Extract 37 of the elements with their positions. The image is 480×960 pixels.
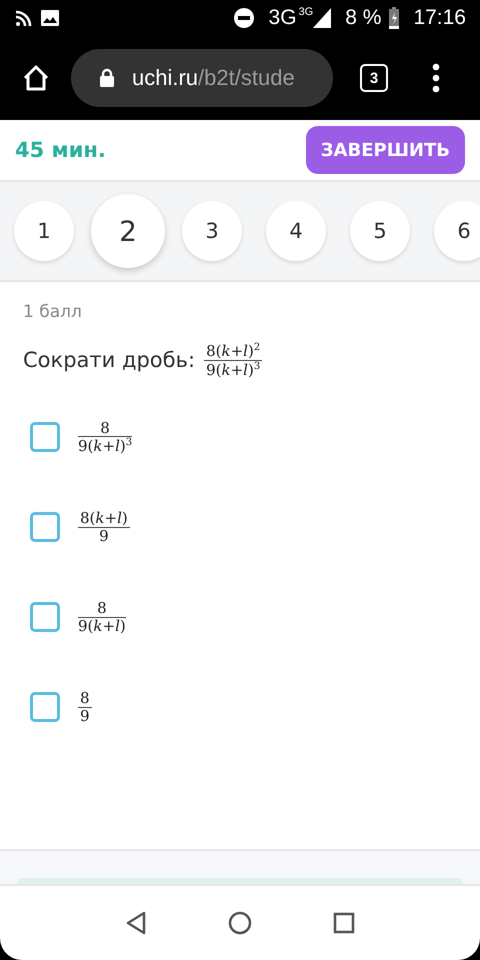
tab-count-button[interactable]: 3 bbox=[360, 64, 388, 92]
address-bar[interactable]: uchi.ru/b2t/stude bbox=[71, 49, 333, 107]
clock: 17:16 bbox=[413, 6, 466, 30]
do-not-disturb-icon bbox=[232, 7, 255, 29]
battery-icon bbox=[389, 7, 400, 29]
lock-icon bbox=[99, 68, 115, 88]
timer: 45 мин. bbox=[15, 138, 106, 162]
checkbox[interactable] bbox=[30, 422, 60, 452]
checkbox[interactable] bbox=[30, 692, 60, 722]
network-type: 3G bbox=[268, 6, 297, 30]
network-type: 3G bbox=[298, 6, 314, 18]
answer-fraction: 8 9(k+l)$^{3}$ bbox=[78, 420, 132, 454]
more-icon[interactable] bbox=[432, 63, 440, 93]
image-icon bbox=[40, 9, 60, 27]
checkbox[interactable] bbox=[30, 512, 60, 542]
checkbox[interactable] bbox=[30, 602, 60, 632]
cast-icon bbox=[16, 10, 32, 26]
back-icon[interactable] bbox=[124, 911, 147, 935]
answer-fraction: 8(k+l) 9 bbox=[78, 510, 130, 544]
question-number-button[interactable]: 5 bbox=[350, 201, 410, 261]
battery-percent: 8 % bbox=[345, 6, 382, 30]
question-text: Сократи дробь: bbox=[23, 348, 196, 372]
question-number-button[interactable]: 6 bbox=[434, 201, 480, 261]
recents-icon[interactable] bbox=[333, 912, 356, 934]
signal-icon bbox=[313, 8, 332, 28]
home-icon[interactable] bbox=[21, 63, 51, 93]
finish-button[interactable]: ЗАВЕРШИТЬ bbox=[306, 126, 465, 174]
answer-fraction: 8 9(k+l) bbox=[78, 600, 126, 634]
question-number-button[interactable]: 4 bbox=[266, 201, 326, 261]
fraction: 8(k+l)$^{2}$ 9(k+l)$^{3}$ bbox=[204, 342, 262, 378]
question-number-button[interactable]: 1 bbox=[14, 201, 74, 261]
answer-fraction: 8 9 bbox=[78, 690, 92, 724]
question-number-button[interactable]: 2 bbox=[91, 194, 165, 268]
home-circle-icon[interactable] bbox=[228, 911, 252, 935]
url-text: uchi.ru/b2t/stude bbox=[132, 65, 295, 91]
question-number-button[interactable]: 3 bbox=[182, 201, 242, 261]
points-label: 1 балл bbox=[23, 302, 83, 322]
